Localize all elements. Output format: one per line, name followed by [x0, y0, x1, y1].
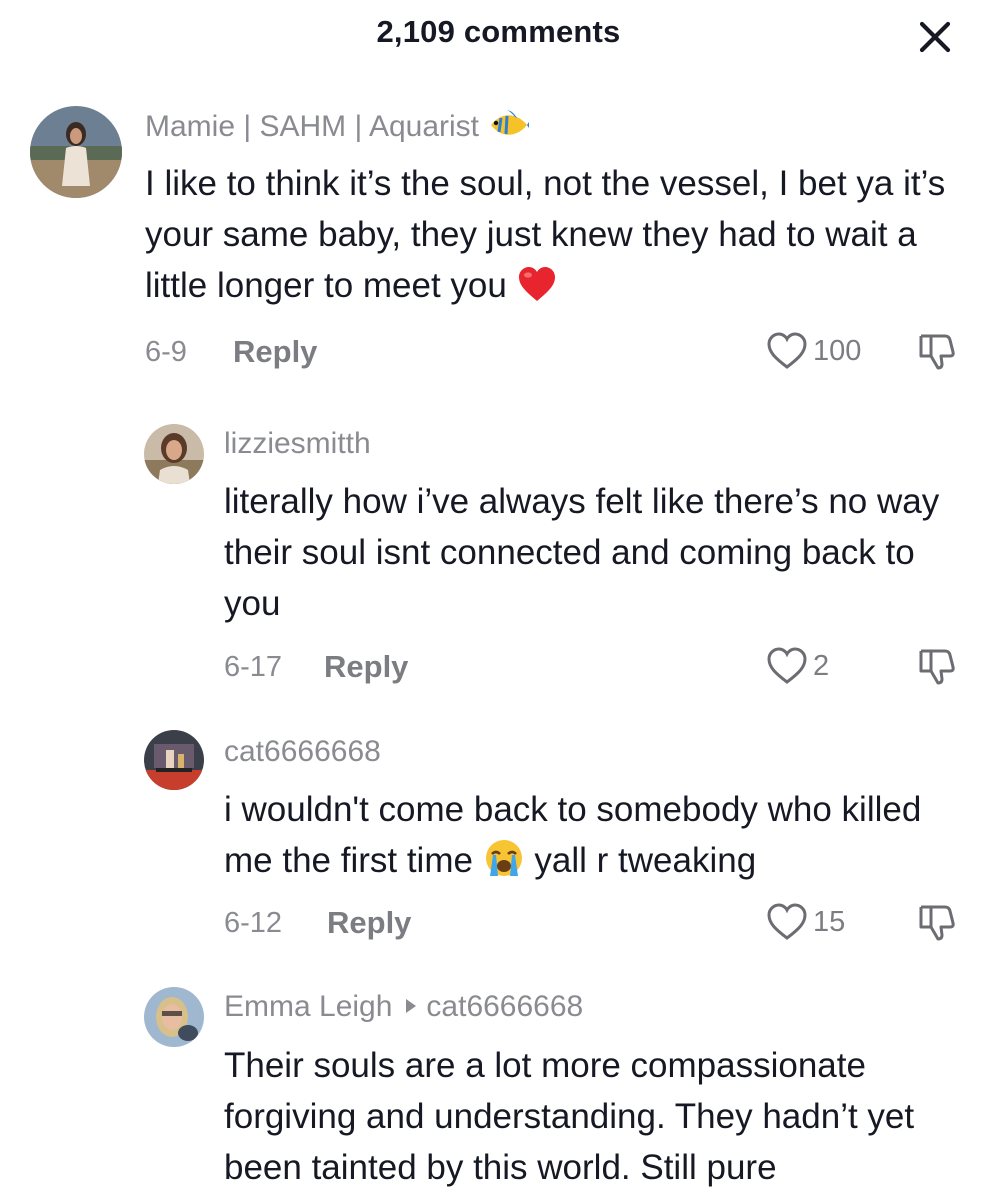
heart-outline-icon: [767, 647, 807, 684]
avatar[interactable]: [144, 730, 204, 790]
like-count: 100: [813, 334, 862, 367]
like-button[interactable]: 100: [765, 329, 861, 373]
loudly-crying-face-icon: [483, 838, 525, 892]
thumbs-down-icon: [919, 649, 955, 685]
reply-button[interactable]: Reply: [233, 334, 317, 370]
comment-date: 6-9: [145, 336, 187, 368]
like-count: 15: [813, 905, 846, 938]
comment-text: I like to think it’s the soul, not the v…: [145, 158, 967, 317]
reply-to-arrow-icon: [406, 999, 417, 1014]
heart-outline-icon: [767, 332, 807, 369]
comment-username[interactable]: cat6666668: [224, 735, 381, 769]
comment-date: 6-12: [224, 907, 283, 939]
comments-header: 2,109 comments: [0, 0, 997, 72]
thumbs-down-icon: [919, 334, 955, 370]
comment-text: Their souls are a lot more compassionate…: [224, 1046, 915, 1187]
reply-button[interactable]: Reply: [324, 649, 408, 685]
red-heart-icon: [517, 265, 557, 317]
comment-date: 6-17: [224, 651, 283, 683]
reply-button[interactable]: Reply: [327, 905, 411, 941]
avatar[interactable]: [144, 424, 204, 484]
thumbs-down-icon: [919, 905, 955, 941]
like-count: 2: [813, 649, 830, 682]
reply-to-username[interactable]: cat6666668: [426, 990, 583, 1023]
like-button[interactable]: 2: [765, 644, 829, 688]
dislike-button[interactable]: [915, 330, 959, 374]
comment-username[interactable]: Mamie | SAHM | Aquarist: [145, 108, 532, 150]
heart-outline-icon: [767, 903, 807, 940]
close-icon: [919, 21, 951, 53]
avatar[interactable]: [30, 106, 122, 198]
comment-username[interactable]: Emma Leigh cat6666668: [224, 990, 583, 1024]
like-button[interactable]: 15: [765, 900, 845, 944]
comment-username[interactable]: lizziesmitth: [224, 427, 371, 461]
tropical-fish-icon: [487, 108, 532, 150]
comment-text: literally how i’ve always felt like ther…: [224, 482, 940, 623]
dislike-button[interactable]: [915, 901, 959, 945]
avatar[interactable]: [144, 987, 204, 1047]
comment-text: i wouldn't come back to somebody who kil…: [224, 784, 967, 892]
close-button[interactable]: [912, 14, 958, 60]
dislike-button[interactable]: [915, 645, 959, 689]
comments-count-title: 2,109 comments: [376, 14, 621, 49]
